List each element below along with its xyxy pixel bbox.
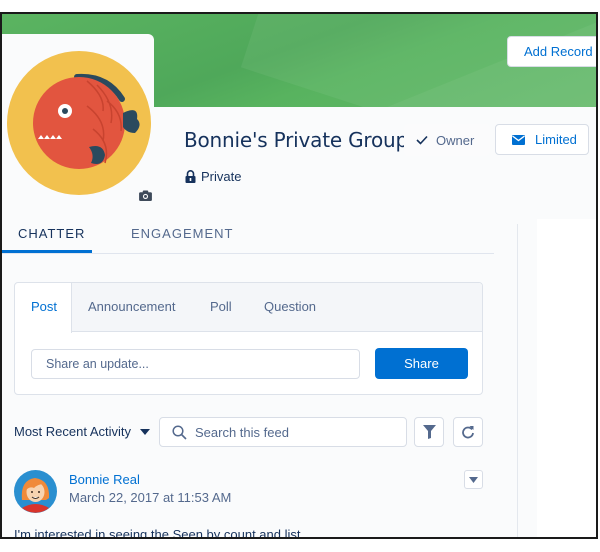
feed-search[interactable] (159, 417, 407, 447)
post-actions-menu-button[interactable] (464, 470, 483, 489)
feed-sort-dropdown[interactable]: Most Recent Activity (14, 424, 151, 439)
group-page: Add Record Bonnie's Private Group Privat (0, 12, 598, 539)
publisher-tab-post[interactable]: Post (15, 283, 72, 333)
email-notification-limited-button[interactable]: Limited (495, 124, 589, 155)
caret-down-icon (140, 428, 151, 435)
feed-search-input[interactable] (195, 424, 395, 440)
group-title: Bonnie's Private Group (184, 128, 409, 152)
owner-label: Owner (436, 132, 475, 148)
publisher: Post Announcement Poll Question Share (14, 282, 483, 395)
author-avatar[interactable] (14, 470, 57, 513)
group-tabs: CHATTER ENGAGEMENT (2, 214, 494, 254)
tab-engagement[interactable]: ENGAGEMENT (131, 226, 233, 241)
share-button[interactable]: Share (375, 348, 468, 379)
column-divider (517, 224, 518, 537)
post-body: I'm interested in seeing the Seen by cou… (14, 527, 305, 539)
filter-icon (422, 425, 436, 439)
limited-label: Limited (535, 132, 577, 147)
lock-icon (185, 170, 196, 183)
owner-button[interactable]: Owner (404, 124, 490, 156)
privacy-label: Private (201, 169, 242, 184)
caret-down-icon (469, 476, 478, 483)
post-author-link[interactable]: Bonnie Real (69, 472, 140, 487)
publisher-tabs: Post Announcement Poll Question (15, 283, 482, 333)
privacy-indicator: Private (185, 169, 241, 184)
filter-feed-button[interactable] (414, 417, 444, 447)
search-icon (172, 424, 187, 440)
group-photo-fish-icon[interactable] (7, 51, 151, 195)
envelope-icon (512, 134, 525, 145)
share-update-input[interactable] (31, 349, 360, 379)
refresh-icon (462, 426, 474, 439)
checkmark-icon (416, 135, 428, 145)
publisher-tab-announcement[interactable]: Announcement (88, 283, 175, 332)
camera-icon[interactable] (139, 190, 152, 201)
add-record-button[interactable]: Add Record (507, 36, 596, 67)
tab-chatter[interactable]: CHATTER (18, 226, 85, 241)
refresh-feed-button[interactable] (453, 417, 483, 447)
publisher-tab-poll[interactable]: Poll (210, 283, 232, 332)
right-sidebar (537, 219, 596, 537)
sort-label: Most Recent Activity (14, 424, 132, 439)
active-tab-indicator (2, 250, 92, 253)
post-timestamp[interactable]: March 22, 2017 at 11:53 AM (69, 490, 231, 505)
group-photo-card (2, 34, 154, 201)
publisher-tab-question[interactable]: Question (264, 283, 316, 332)
